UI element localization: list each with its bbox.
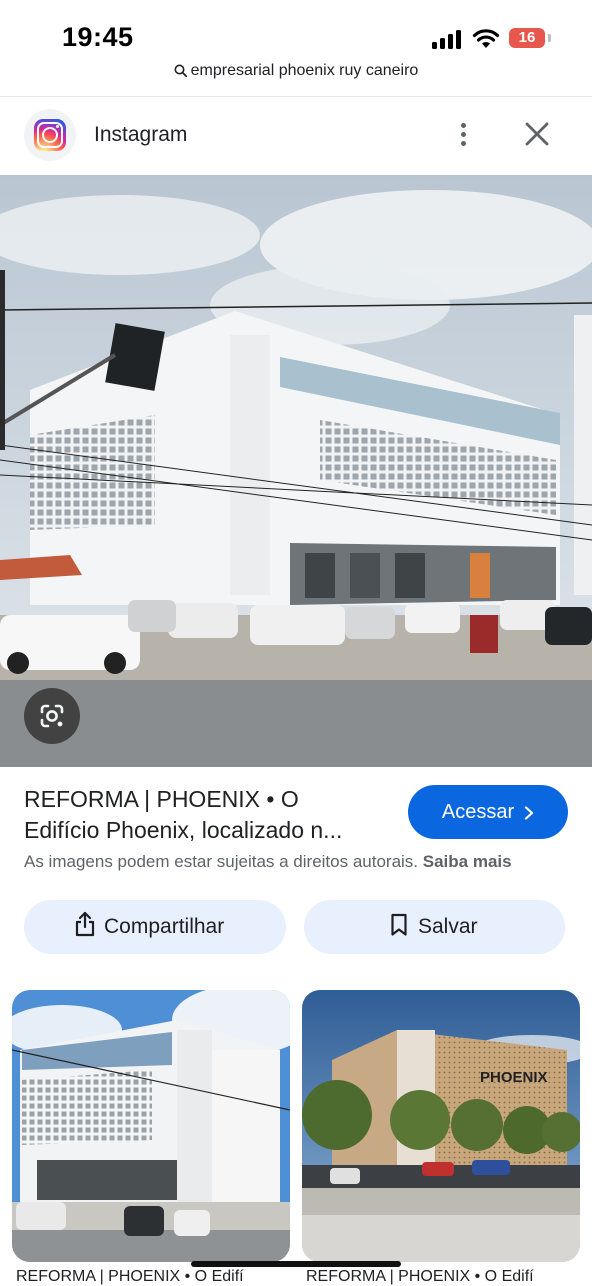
related-caption-2[interactable]: REFORMA | PHOENIX • O Edifí [306,1268,534,1286]
result-title-line2: Edifício Phoenix, localizado n... [24,817,343,843]
signal-icon [432,29,464,49]
building-photo [0,175,592,767]
home-indicator[interactable] [191,1261,401,1267]
related-image-1 [12,990,290,1262]
share-button[interactable]: Compartilhar [24,900,286,954]
battery-icon: 16 [509,28,545,48]
url-query: empresarial phoenix ruy caneiro [190,62,419,79]
status-time: 19:45 [62,22,134,52]
source-site-name[interactable]: Instagram [94,123,187,147]
search-icon [174,64,187,78]
close-icon[interactable] [520,119,554,151]
save-button-label: Salvar [418,915,478,938]
source-header: Instagram [0,97,592,175]
result-title[interactable]: REFORMA | PHOENIX • O Edifício Phoenix, … [24,784,396,846]
status-bar: 19:45 16 [0,0,592,58]
related-caption-1[interactable]: REFORMA | PHOENIX • O Edifí [16,1268,244,1286]
wifi-icon [472,29,500,48]
learn-more-link[interactable]: Saiba mais [423,852,512,871]
share-icon [75,911,95,937]
more-vert-icon[interactable] [452,119,476,151]
bookmark-icon [391,913,407,936]
source-favicon[interactable] [24,109,76,161]
share-button-label: Compartilhar [104,915,225,938]
url-bar[interactable]: empresarial phoenix ruy caneiro [0,62,592,86]
preview-image[interactable] [0,175,592,767]
chevron-right-icon [525,806,534,820]
related-image-2: PHOENIX [302,990,580,1262]
related-thumbnail[interactable] [12,990,290,1262]
visit-button-label: Acessar [441,801,515,823]
battery-level: 16 [518,29,536,46]
instagram-icon [34,119,66,151]
copyright-notice: As imagens podem estar sujeitas a direit… [24,852,512,872]
battery-tip [548,34,551,42]
save-button[interactable]: Salvar [304,900,565,954]
lens-icon [40,704,64,728]
result-title-line1: REFORMA | PHOENIX • O [24,786,299,812]
visit-button[interactable]: Acessar [408,785,568,839]
copyright-text: As imagens podem estar sujeitas a direit… [24,852,419,871]
lens-button[interactable] [24,688,80,744]
related-thumbnail[interactable]: PHOENIX [302,990,580,1262]
building-sign: PHOENIX [480,1069,548,1086]
